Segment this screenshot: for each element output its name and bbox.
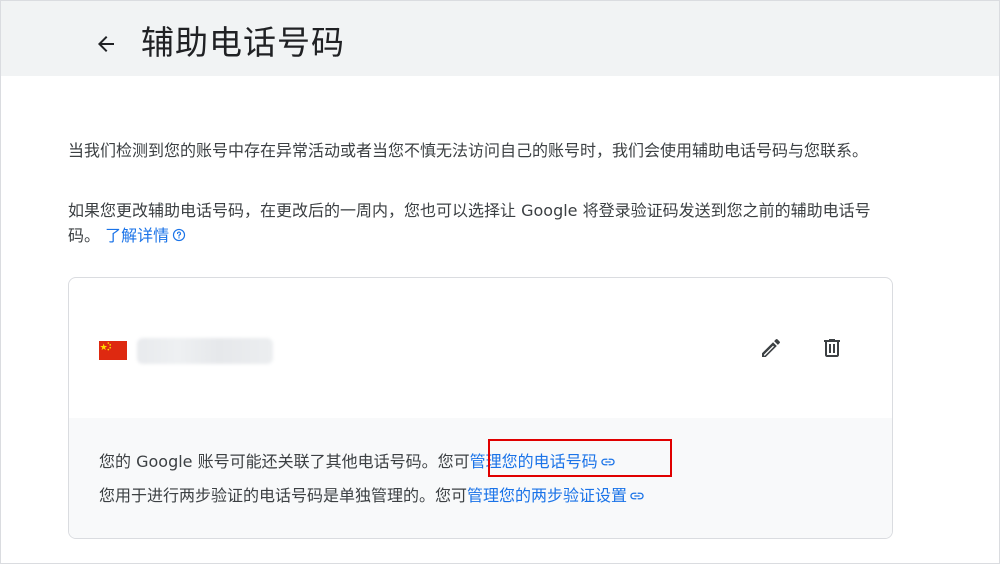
manage-two-step-label: 管理您的两步验证设置	[467, 486, 628, 505]
two-step-note: 您用于进行两步验证的电话号码是单独管理的。您可管理您的两步验证设置	[99, 484, 645, 508]
description-paragraph-1: 当我们检测到您的账号中存在异常活动或者当您不慎无法访问自己的账号时，我们会使用辅…	[68, 141, 869, 160]
help-circle-icon	[173, 228, 186, 242]
phone-number-row	[69, 278, 892, 418]
pencil-icon	[762, 338, 781, 357]
page-title: 辅助电话号码	[141, 23, 345, 62]
china-flag-icon	[99, 341, 127, 360]
phone-notes-section: 您的 Google 账号可能还关联了其他电话号码。您可管理您的电话号码 您用于进…	[69, 418, 892, 538]
page-header: 辅助电话号码	[1, 1, 999, 76]
arrow-back-icon	[98, 36, 114, 52]
manage-phone-numbers-link[interactable]: 管理您的电话号码	[470, 452, 616, 471]
manage-phone-numbers-label: 管理您的电话号码	[469, 452, 598, 471]
learn-more-label: 了解详情	[105, 226, 170, 245]
other-numbers-note-text: 您的 Google 账号可能还关联了其他电话号码。您可	[99, 452, 470, 471]
phone-number-blurred	[137, 338, 273, 364]
edit-button[interactable]	[751, 328, 791, 368]
link-icon	[630, 492, 644, 500]
description-paragraph-2: 如果您更改辅助电话号码，在更改后的一周内，您也可以选择让 Google 将登录验…	[68, 198, 898, 248]
delete-button[interactable]	[812, 328, 852, 368]
back-button[interactable]	[85, 23, 127, 65]
learn-more-link[interactable]: 了解详情	[105, 226, 186, 245]
two-step-note-text: 您用于进行两步验证的电话号码是单独管理的。您可	[99, 486, 468, 505]
trash-icon	[824, 339, 840, 357]
other-numbers-note: 您的 Google 账号可能还关联了其他电话号码。您可管理您的电话号码	[99, 450, 616, 474]
manage-two-step-link[interactable]: 管理您的两步验证设置	[467, 486, 645, 505]
link-icon	[600, 458, 615, 466]
phone-number-card: 您的 Google 账号可能还关联了其他电话号码。您可管理您的电话号码 您用于进…	[68, 277, 893, 539]
description-paragraph-2-text: 如果您更改辅助电话号码，在更改后的一周内，您也可以选择让 Google 将登录验…	[68, 201, 871, 245]
